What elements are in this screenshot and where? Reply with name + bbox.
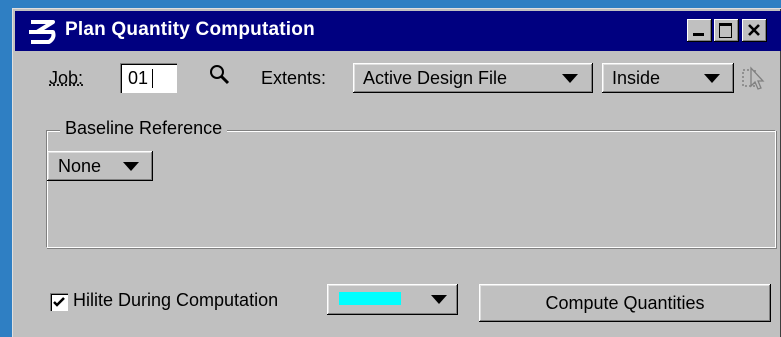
window-title: Plan Quantity Computation <box>65 19 315 40</box>
extents-source-value: Active Design File <box>363 68 508 88</box>
extents-mode-value: Inside <box>612 68 661 88</box>
extents-source-dropdown[interactable]: Active Design File <box>353 63 593 93</box>
compute-quantities-button[interactable]: Compute Quantities <box>479 284 771 322</box>
compute-quantities-label: Compute Quantities <box>545 293 705 313</box>
hilite-color-dropdown[interactable] <box>327 284 458 315</box>
select-element-icon[interactable] <box>740 64 766 92</box>
text-cursor <box>152 69 153 88</box>
search-icon[interactable] <box>208 63 232 87</box>
checkmark-icon <box>53 297 65 307</box>
close-button[interactable] <box>742 19 767 42</box>
baseline-dropdown[interactable]: None <box>47 151 153 181</box>
hilite-checkbox[interactable] <box>50 293 68 311</box>
minimize-icon <box>693 33 704 36</box>
job-value: 01 <box>128 68 149 88</box>
chevron-down-icon <box>562 74 578 83</box>
baseline-reference-label: Baseline Reference <box>60 118 228 139</box>
hilite-color-swatch <box>339 292 401 305</box>
chevron-down-icon <box>431 295 447 304</box>
extents-label: Extents: <box>261 68 327 88</box>
close-icon <box>748 24 760 36</box>
app-logo-icon <box>29 20 56 44</box>
baseline-value: None <box>58 156 102 176</box>
job-input[interactable]: 01 <box>120 63 177 93</box>
plan-quantity-dialog: Plan Quantity Computation Job: 01 Extent… <box>12 8 781 337</box>
chevron-down-icon <box>123 162 139 171</box>
baseline-reference-group <box>46 130 776 248</box>
chevron-down-icon <box>704 74 720 83</box>
minimize-button[interactable] <box>687 19 712 42</box>
hilite-label: Hilite During Computation <box>73 290 279 310</box>
job-label: Job: <box>49 68 84 88</box>
maximize-icon <box>719 23 732 38</box>
maximize-button[interactable] <box>714 19 739 42</box>
extents-mode-dropdown[interactable]: Inside <box>602 63 734 93</box>
title-bar[interactable]: Plan Quantity Computation <box>15 11 781 51</box>
